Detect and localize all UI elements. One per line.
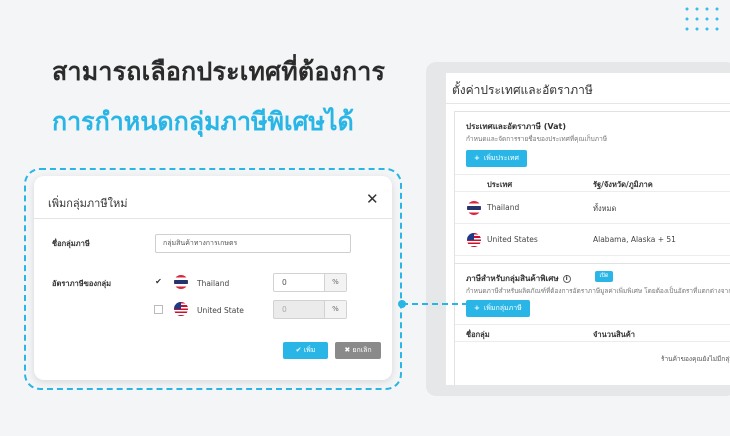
column-header-product-count: จำนวนสินค้า: [593, 330, 636, 339]
headline-line-2: การกำหนดกลุ่มภาษีพิเศษได้: [52, 107, 354, 136]
thailand-checkbox[interactable]: ✔: [154, 278, 163, 287]
divider: [34, 218, 392, 219]
divider: [446, 103, 730, 104]
row-country: Thailand: [487, 203, 520, 212]
headline-line-1: สามารถเลือกประเทศที่ต้องการ: [52, 57, 386, 86]
percent-unit: %: [324, 274, 346, 291]
table-row[interactable]: United States Alabama, Alaska + 51: [455, 224, 730, 256]
column-header-region: รัฐ/จังหวัด/ภูมิภาค: [593, 180, 653, 189]
cancel-button[interactable]: ✖ ยกเลิก: [335, 342, 381, 359]
special-tax-card: ภาษีสำหรับกลุ่มสินค้าพิเศษ i เปิด กำหนดภา…: [454, 263, 730, 385]
column-header-group-name: ชื่อกลุ่ม: [466, 330, 490, 339]
add-country-label: เพิ่มประเทศ: [483, 154, 519, 162]
row-region: ทั้งหมด: [593, 204, 617, 213]
vat-table-header: ประเทศ รัฐ/จังหวัด/ภูมิภาค: [455, 174, 730, 192]
check-icon: ✔: [295, 346, 304, 354]
add-tax-group-label: เพิ่มกลุ่มภาษี: [483, 304, 522, 312]
us-flag-icon: [467, 233, 481, 247]
plus-icon: +: [474, 154, 480, 162]
cancel-button-label: ยกเลิก: [352, 346, 372, 354]
thailand-rate-input[interactable]: 0 %: [273, 273, 347, 292]
add-country-button[interactable]: + เพิ่มประเทศ: [466, 150, 527, 167]
united-states-rate-input[interactable]: 0 %: [273, 300, 347, 319]
close-icon[interactable]: ✕: [366, 190, 379, 208]
group-name-label: ชื่อกลุ่มภาษี: [52, 239, 90, 248]
add-button[interactable]: ✔ เพิ่ม: [283, 342, 328, 359]
info-icon[interactable]: i: [562, 274, 571, 283]
dashed-connector: [398, 300, 468, 308]
panel-title: ตั้งค่าประเทศและอัตราภาษี: [452, 83, 593, 97]
special-tax-description: กำหนดภาษีสำหรับผลิตภัณฑ์ที่ต้องการอัตราภ…: [466, 287, 730, 295]
plus-icon: +: [474, 304, 480, 312]
vat-card-title: ประเทศและอัตราภาษี (Vat): [466, 122, 567, 131]
decorative-dots: [682, 4, 722, 34]
vat-card-description: กำหนดและจัดการรายชื่อของประเทศที่คุณเก็บ…: [466, 135, 607, 143]
add-tax-group-modal: เพิ่มกลุ่มภาษีใหม่ ✕ ชื่อกลุ่มภาษี กลุ่ม…: [34, 176, 392, 380]
empty-state-text: ร้านค้าของคุณยังไม่มีกลุ่ม: [661, 355, 730, 363]
thailand-flag-icon: [467, 201, 481, 215]
column-header-country: ประเทศ: [487, 180, 513, 189]
row-region: Alabama, Alaska + 51: [593, 235, 676, 244]
group-rate-label: อัตราภาษีของกลุ่ม: [52, 279, 112, 288]
headline: สามารถเลือกประเทศที่ต้องการ การกำหนดกลุ่…: [52, 52, 385, 142]
thailand-flag-icon: [174, 275, 188, 289]
percent-unit: %: [324, 301, 346, 318]
special-tax-title: ภาษีสำหรับกลุ่มสินค้าพิเศษ i: [466, 272, 571, 285]
add-button-label: เพิ่ม: [303, 346, 316, 354]
modal-title: เพิ่มกลุ่มภาษีใหม่: [48, 197, 128, 210]
rate-value: 0: [282, 305, 287, 314]
tax-settings-panel: ตั้งค่าประเทศและอัตราภาษี ประเทศและอัตรา…: [446, 73, 730, 385]
table-row[interactable]: Thailand ทั้งหมด: [455, 192, 730, 224]
country-name: United State: [197, 306, 244, 315]
country-name: Thailand: [197, 279, 230, 288]
row-country: United States: [487, 235, 538, 244]
special-tax-toggle[interactable]: เปิด: [595, 271, 613, 282]
special-tax-title-text: ภาษีสำหรับกลุ่มสินค้าพิเศษ: [466, 274, 559, 283]
group-name-input[interactable]: กลุ่มสินค้าทางการเกษตร: [155, 234, 351, 253]
group-table-header: ชื่อกลุ่ม จำนวนสินค้า: [455, 324, 730, 342]
united-states-checkbox[interactable]: [154, 305, 163, 314]
add-tax-group-button[interactable]: + เพิ่มกลุ่มภาษี: [466, 300, 530, 317]
us-flag-icon: [174, 302, 188, 316]
rate-value: 0: [282, 278, 287, 287]
